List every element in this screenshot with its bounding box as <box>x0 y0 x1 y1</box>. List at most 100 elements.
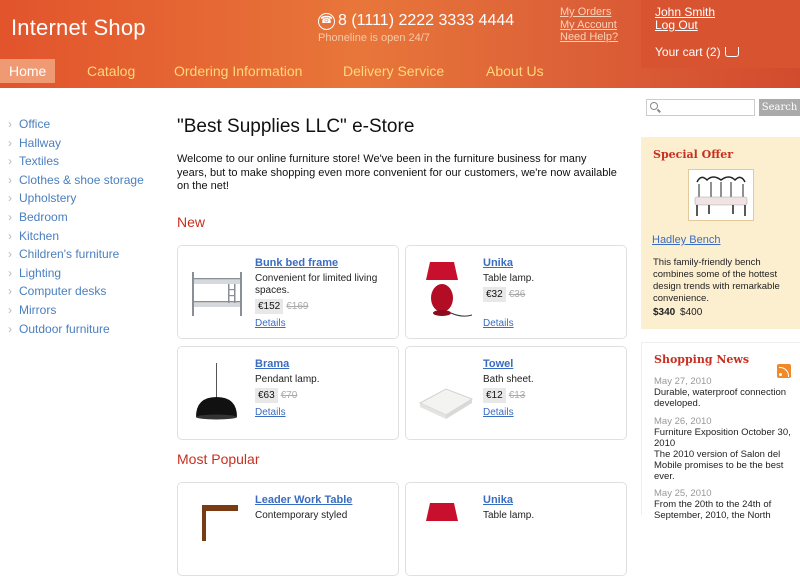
news-text: Furniture Exposition October 30, 2010 <box>654 427 791 449</box>
table-lamp-image[interactable] <box>416 258 474 324</box>
category-office[interactable]: Office <box>8 115 168 134</box>
cart-icon <box>724 47 739 57</box>
category-outdoor-furniture[interactable]: Outdoor furniture <box>8 320 168 339</box>
product-price: €32 €36 <box>483 287 526 302</box>
bench-image[interactable] <box>688 169 754 221</box>
product-card: Brama Pendant lamp. €63 €70 Details <box>177 346 399 440</box>
account-links: My Orders My Account Need Help? <box>560 6 618 44</box>
product-description: Table lamp. <box>483 273 535 284</box>
category-childrens-furniture[interactable]: Children's furniture <box>8 245 168 264</box>
shopping-news-panel: Shopping News May 27, 2010 Durable, wate… <box>641 342 800 521</box>
category-computer-desks[interactable]: Computer desks <box>8 282 168 301</box>
product-description: Contemporary styled <box>255 510 348 521</box>
product-name-link[interactable]: Brama <box>255 358 289 370</box>
nav-ordering-information[interactable]: Ordering Information <box>174 59 302 83</box>
price-old: €36 <box>508 289 526 300</box>
product-price: €152 €169 <box>255 299 309 314</box>
new-heading: New <box>177 214 206 230</box>
logout-link[interactable]: Log Out <box>655 18 800 32</box>
category-hallway[interactable]: Hallway <box>8 134 168 153</box>
price-old: €169 <box>286 301 309 312</box>
product-price: €63 €70 <box>255 388 298 403</box>
special-offer-name-link[interactable]: Hadley Bench <box>652 234 721 246</box>
phone-text: 8 (1111) 2222 3333 4444 <box>338 12 515 29</box>
category-kitchen[interactable]: Kitchen <box>8 227 168 246</box>
header-bar: Internet Shop ☎ 8 (1111) 2222 3333 4444 P… <box>0 0 800 88</box>
cart-link[interactable]: Your cart (2) <box>655 45 800 59</box>
product-card: Unika Table lamp. <box>405 482 627 576</box>
product-card: Leader Work Table Contemporary styled <box>177 482 399 576</box>
price-old: €70 <box>280 390 298 401</box>
search-button[interactable]: Search <box>759 99 800 116</box>
product-card: Bunk bed frame Convenient for limited li… <box>177 245 399 339</box>
product-name-link[interactable]: Leader Work Table <box>255 494 352 506</box>
work-table-image[interactable] <box>188 495 246 561</box>
pendant-lamp-image[interactable] <box>188 359 246 425</box>
price-current: €63 <box>255 388 278 403</box>
page-title: "Best Supplies LLC" e-Store <box>177 116 415 137</box>
news-item[interactable]: May 27, 2010 Durable, waterproof connect… <box>654 376 794 409</box>
details-link[interactable]: Details <box>483 407 514 418</box>
need-help-link[interactable]: Need Help? <box>560 31 618 44</box>
product-description: Pendant lamp. <box>255 374 320 385</box>
details-link[interactable]: Details <box>255 318 286 329</box>
category-upholstery[interactable]: Upholstery <box>8 189 168 208</box>
special-offer-price: $340 $400 <box>653 307 702 318</box>
phone-note: Phoneline is open 24/7 <box>318 32 430 44</box>
details-link[interactable]: Details <box>483 318 514 329</box>
news-text: Durable, waterproof connection developed… <box>654 387 787 409</box>
news-date: May 26, 2010 <box>654 416 712 427</box>
towel-image[interactable] <box>416 359 474 425</box>
news-date: May 27, 2010 <box>654 376 712 387</box>
news-date: May 25, 2010 <box>654 488 712 499</box>
news-item[interactable]: May 25, 2010 From the 20th to the 24th o… <box>654 488 794 521</box>
price-old: €13 <box>508 390 526 401</box>
category-bedroom[interactable]: Bedroom <box>8 208 168 227</box>
category-sidebar: Office Hallway Textiles Clothes & shoe s… <box>8 115 168 338</box>
product-description: Table lamp. <box>483 510 535 521</box>
nav-home[interactable]: Home <box>0 59 56 83</box>
bunk-bed-image[interactable] <box>188 258 246 324</box>
phone-number: ☎ 8 (1111) 2222 3333 4444 <box>318 12 514 30</box>
main-nav: Home Catalog Ordering Information Delive… <box>0 59 640 83</box>
special-offer-panel: Special Offer Hadley Bench This family-f… <box>641 137 800 329</box>
product-name-link[interactable]: Unika <box>483 257 513 269</box>
shopping-news-heading: Shopping News <box>654 353 750 366</box>
product-name-link[interactable]: Unika <box>483 494 513 506</box>
category-lighting[interactable]: Lighting <box>8 264 168 283</box>
cart-label: Your cart (2) <box>655 45 721 59</box>
nav-about-us[interactable]: About Us <box>486 59 544 83</box>
product-card: Towel Bath sheet. €12 €13 Details <box>405 346 627 440</box>
search-input[interactable] <box>646 99 755 116</box>
category-mirrors[interactable]: Mirrors <box>8 301 168 320</box>
category-clothes-storage[interactable]: Clothes & shoe storage <box>8 171 168 190</box>
table-lamp-image[interactable] <box>416 495 474 561</box>
my-account-link[interactable]: My Account <box>560 19 618 32</box>
product-card: Unika Table lamp. €32 €36 Details <box>405 245 627 339</box>
phone-icon: ☎ <box>318 13 335 30</box>
news-text: From the 20th to the 24th of September, … <box>654 499 772 521</box>
site-logo[interactable]: Internet Shop <box>11 15 146 41</box>
search-icon <box>650 102 658 110</box>
price-current: €152 <box>255 299 284 314</box>
main-content: "Best Supplies LLC" e-Store Welcome to o… <box>177 116 629 194</box>
my-orders-link[interactable]: My Orders <box>560 6 618 19</box>
price-current: €12 <box>483 388 506 403</box>
product-description: Convenient for limited living spaces. <box>255 273 378 296</box>
details-link[interactable]: Details <box>255 407 286 418</box>
news-text-detail: The 2010 version of Salon del Mobile pro… <box>654 449 784 482</box>
product-name-link[interactable]: Towel <box>483 358 513 370</box>
offer-price-old: $400 <box>680 307 703 318</box>
offer-price-current: $340 <box>653 307 676 318</box>
nav-catalog[interactable]: Catalog <box>87 59 135 83</box>
special-offer-heading: Special Offer <box>653 148 734 161</box>
nav-delivery-service[interactable]: Delivery Service <box>343 59 444 83</box>
most-popular-heading: Most Popular <box>177 451 260 467</box>
special-offer-description: This family-friendly bench combines some… <box>653 257 780 304</box>
product-price: €12 €13 <box>483 388 526 403</box>
user-name-link[interactable]: John Smith <box>655 6 800 19</box>
product-name-link[interactable]: Bunk bed frame <box>255 257 338 269</box>
news-item[interactable]: May 26, 2010 Furniture Exposition Octobe… <box>654 416 794 482</box>
product-description: Bath sheet. <box>483 374 534 385</box>
category-textiles[interactable]: Textiles <box>8 152 168 171</box>
